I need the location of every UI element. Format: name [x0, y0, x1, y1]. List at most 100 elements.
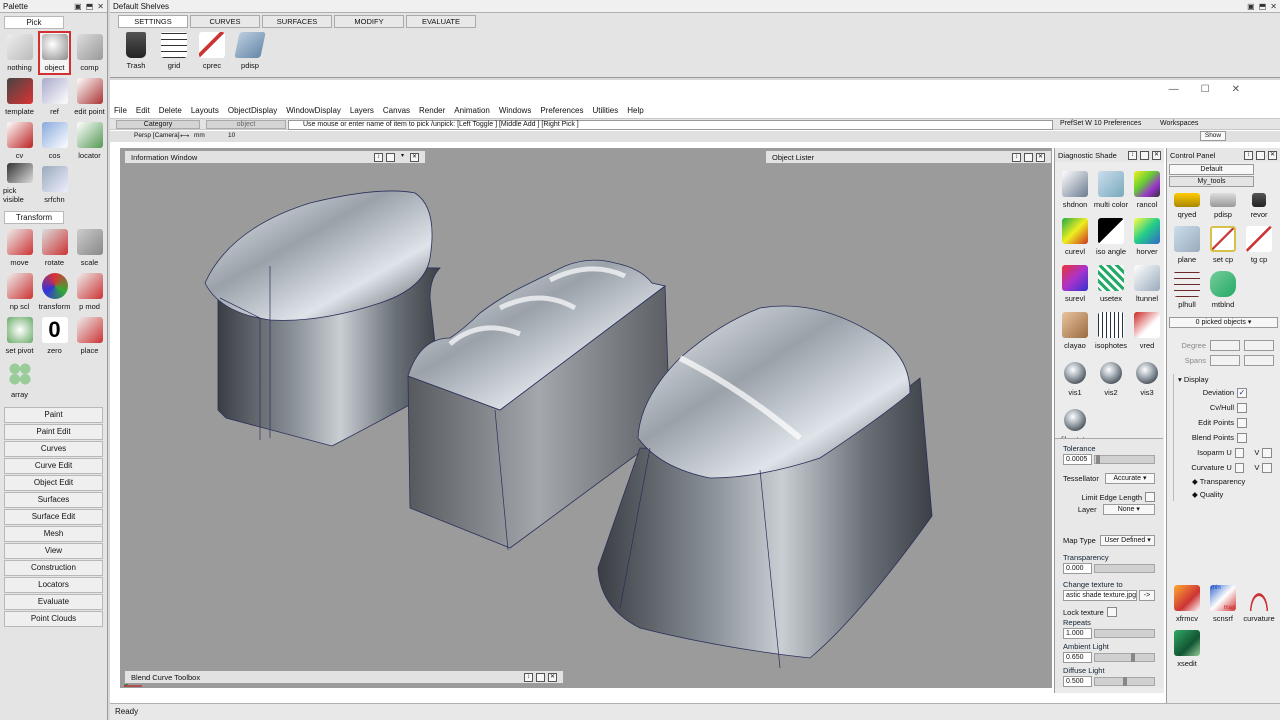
spans-field[interactable] — [1210, 355, 1240, 366]
workspaces-label[interactable]: Workspaces — [1160, 120, 1198, 127]
diffuse-field[interactable]: 0.500 — [1063, 676, 1093, 687]
tool-zero[interactable]: 0 zero — [38, 314, 71, 358]
transparency-field[interactable]: 0.000 — [1063, 563, 1093, 574]
tool-scale[interactable]: scale — [73, 226, 106, 270]
transparency-slider[interactable] — [1094, 564, 1155, 573]
tool-vis3[interactable]: vis3 — [1129, 354, 1165, 399]
shelf-grid[interactable]: grid — [158, 32, 190, 70]
float-icon[interactable] — [1140, 150, 1149, 160]
map-type-dropdown[interactable]: User Defined ▾ — [1100, 535, 1155, 546]
tolerance-field[interactable]: 0.0005 — [1063, 454, 1093, 465]
tool-horver[interactable]: horver — [1129, 213, 1165, 258]
layer-dropdown[interactable]: None ▾ — [1102, 504, 1155, 515]
tool-ltunnel[interactable]: ltunnel — [1129, 260, 1165, 305]
tab-curves[interactable]: CURVES — [190, 15, 260, 28]
category-locators[interactable]: Locators — [4, 577, 103, 593]
resize-icon[interactable]: ↕ — [1244, 150, 1253, 160]
curvature-u-checkbox[interactable] — [1234, 462, 1245, 473]
show-button[interactable]: Show — [1200, 131, 1226, 141]
ambient-slider[interactable] — [1094, 653, 1155, 662]
slider-knob[interactable] — [1131, 653, 1136, 662]
menu-utilities[interactable]: Utilities — [592, 106, 618, 115]
tool-isophotes[interactable]: isophotes — [1093, 307, 1129, 352]
tool-vis2[interactable]: vis2 — [1093, 354, 1129, 399]
repeats-field[interactable]: 1.000 — [1063, 628, 1093, 639]
modeling-viewport[interactable]: Information Window ↕ ▾ ✕ Object Lister ↕ ✕ — [120, 148, 1052, 688]
tessellator-dropdown[interactable]: Accurate ▾ — [1104, 473, 1155, 484]
slider-knob[interactable] — [1096, 455, 1101, 464]
isoparm-v-checkbox[interactable] — [1262, 447, 1272, 458]
tool-usetex[interactable]: usetex — [1093, 260, 1129, 305]
category-surfaces[interactable]: Surfaces — [4, 492, 103, 508]
step-value[interactable]: 10 — [228, 132, 235, 139]
tool-edit-point[interactable]: edit point — [73, 75, 106, 119]
camera-label[interactable]: Persp [Camera] — [134, 132, 180, 139]
category-evaluate[interactable]: Evaluate — [4, 594, 103, 610]
tool-curevl[interactable]: curevl — [1057, 213, 1093, 258]
tool-xsedit[interactable]: xsedit — [1169, 625, 1205, 670]
menu-render[interactable]: Render — [419, 106, 445, 115]
tool-object[interactable]: object — [38, 31, 71, 75]
tool-mtblnd[interactable]: mtblnd — [1205, 266, 1241, 311]
repeats-slider[interactable] — [1094, 629, 1155, 638]
menu-file[interactable]: File — [114, 106, 127, 115]
tool-template[interactable]: template — [3, 75, 36, 119]
texture-browse-button[interactable]: -> — [1139, 590, 1155, 601]
menu-windows[interactable]: Windows — [499, 106, 531, 115]
menu-help[interactable]: Help — [627, 106, 643, 115]
minimize-icon[interactable]: — — [1169, 84, 1179, 95]
pick-section-tab[interactable]: Pick — [4, 16, 64, 29]
tool-tg-cp[interactable]: tg cp — [1241, 221, 1277, 266]
close-icon[interactable]: ✕ — [1270, 2, 1277, 11]
tool-clayao[interactable]: clayao — [1057, 307, 1093, 352]
transparency-subsection[interactable]: ◆ Transparency — [1174, 475, 1278, 488]
prompt-field[interactable]: Use mouse or enter name of item to pick … — [288, 120, 1053, 130]
menu-canvas[interactable]: Canvas — [383, 106, 410, 115]
isoparm-u-checkbox[interactable] — [1234, 447, 1245, 458]
menu-windowdisplay[interactable]: WindowDisplay — [286, 106, 341, 115]
tool-ref[interactable]: ref — [38, 75, 71, 119]
tool-rotate[interactable]: rotate — [38, 226, 71, 270]
tool-vis1[interactable]: vis1 — [1057, 354, 1093, 399]
tool-curvature[interactable]: curvature — [1241, 580, 1277, 625]
object-field[interactable]: object — [206, 120, 286, 129]
menu-objectdisplay[interactable]: ObjectDisplay — [228, 106, 277, 115]
edit-points-checkbox[interactable] — [1237, 417, 1247, 428]
tool-move[interactable]: move — [3, 226, 36, 270]
slider-knob[interactable] — [1122, 677, 1127, 686]
close-icon[interactable]: ✕ — [1232, 84, 1240, 95]
tool-comp[interactable]: comp — [73, 31, 106, 75]
tool-nothing[interactable]: nothing — [3, 31, 36, 75]
tool-place[interactable]: place — [73, 314, 106, 358]
menu-layouts[interactable]: Layouts — [191, 106, 219, 115]
transform-section-tab[interactable]: Transform — [4, 211, 64, 224]
tool-shdnon[interactable]: shdnon — [1057, 166, 1093, 211]
tool-locator[interactable]: locator — [73, 119, 106, 163]
tool-iso-angle[interactable]: iso angle — [1093, 213, 1129, 258]
resize-icon[interactable]: ↕ — [1128, 150, 1137, 160]
category-point-clouds[interactable]: Point Clouds — [4, 611, 103, 627]
menu-edit[interactable]: Edit — [136, 106, 150, 115]
menu-layers[interactable]: Layers — [350, 106, 374, 115]
tool-plane[interactable]: plane — [1169, 221, 1205, 266]
category-field[interactable]: Category — [116, 120, 200, 129]
tool-srfchn[interactable]: srfchn — [38, 163, 71, 207]
tool-cos[interactable]: cos — [38, 119, 71, 163]
tool-np-scl[interactable]: np scl — [3, 270, 36, 314]
category-paint-edit[interactable]: Paint Edit — [4, 424, 103, 440]
tool-array[interactable]: array — [3, 358, 36, 402]
float-icon[interactable] — [536, 672, 545, 682]
degree-field-2[interactable] — [1244, 340, 1274, 351]
category-paint[interactable]: Paint — [4, 407, 103, 423]
shelf-trash[interactable]: Trash — [120, 32, 152, 70]
prefset-label[interactable]: PrefSet W 10 Preferences — [1060, 120, 1141, 127]
texture-file-field[interactable]: astic shade texture.jpg — [1063, 590, 1137, 601]
tool-multi-color[interactable]: multi color — [1093, 166, 1129, 211]
pin-icon[interactable]: ▣ — [1247, 2, 1255, 11]
tool-set-pivot[interactable]: set pivot — [3, 314, 36, 358]
category-mesh[interactable]: Mesh — [4, 526, 103, 542]
tool-pdisp[interactable]: pdisp — [1205, 187, 1241, 221]
deviation-checkbox[interactable]: ✓ — [1237, 387, 1247, 398]
tool-surevl[interactable]: surevl — [1057, 260, 1093, 305]
tool-plhull[interactable]: plhull — [1169, 266, 1205, 311]
